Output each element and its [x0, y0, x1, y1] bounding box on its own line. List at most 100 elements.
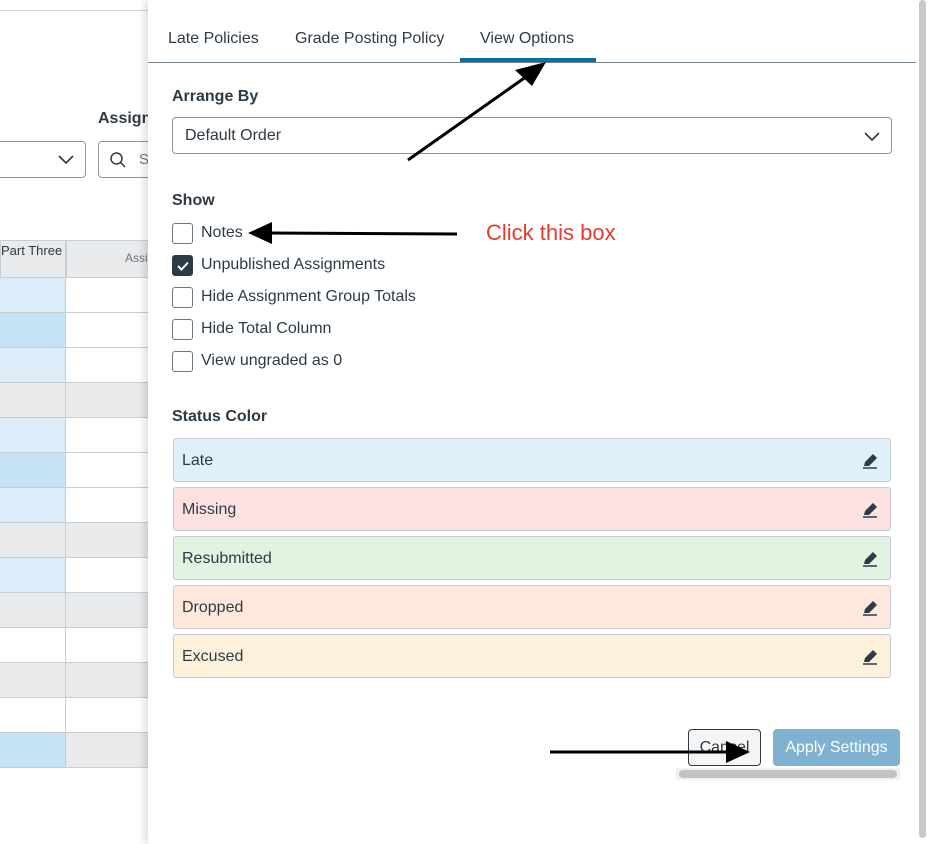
grade-cell[interactable] [66, 523, 160, 558]
checkbox-label: Hide Total Column [201, 320, 332, 337]
table-row [0, 628, 160, 663]
grade-cell[interactable] [0, 733, 66, 768]
table-row [0, 558, 160, 593]
show-option-unpublished-assignments[interactable]: Unpublished Assignments [172, 254, 385, 276]
horizontal-scrollbar[interactable] [676, 768, 900, 780]
grade-cell[interactable] [0, 593, 66, 628]
grade-cell[interactable] [0, 453, 66, 488]
apply-settings-button-label: Apply Settings [785, 739, 888, 756]
scrollbar-thumb[interactable] [679, 770, 897, 778]
pencil-edit-icon[interactable] [860, 451, 880, 471]
hide-assignment-group-totals-checkbox[interactable] [172, 286, 193, 308]
table-row [0, 278, 160, 313]
grade-cell[interactable] [66, 418, 160, 453]
grade-cell[interactable] [66, 383, 160, 418]
pencil-edit-icon[interactable] [860, 500, 880, 520]
table-row [0, 313, 160, 348]
table-row [0, 593, 160, 628]
status-color-dropped: Dropped [173, 585, 891, 629]
grade-cell[interactable] [0, 278, 66, 313]
cancel-button[interactable]: Cancel [688, 729, 761, 766]
status-color-excused: Excused [173, 634, 891, 678]
arrange-by-value: Default Order [185, 127, 282, 144]
filter-select[interactable] [0, 141, 86, 178]
grade-cell[interactable] [66, 453, 160, 488]
pencil-edit-icon[interactable] [860, 598, 880, 618]
grade-cell[interactable] [0, 698, 66, 733]
table-row [0, 488, 160, 523]
status-label: Resubmitted [182, 550, 272, 567]
tab-grade-posting-policy[interactable]: Grade Posting Policy [295, 30, 444, 48]
show-option-notes[interactable]: Notes [172, 222, 243, 244]
grade-cell[interactable] [0, 628, 66, 663]
grade-cell[interactable] [66, 558, 160, 593]
grade-cell[interactable] [66, 348, 160, 383]
table-row [0, 348, 160, 383]
checkbox-label: Hide Assignment Group Totals [201, 288, 416, 305]
grade-cell[interactable] [0, 348, 66, 383]
show-option-view-ungraded-as-0[interactable]: View ungraded as 0 [172, 350, 342, 372]
unpublished-assignments-checkbox[interactable] [172, 254, 193, 276]
show-title: Show [172, 192, 215, 209]
grade-cell[interactable] [66, 628, 160, 663]
grade-cell[interactable] [0, 313, 66, 348]
column-header[interactable]: Part Three [0, 240, 66, 278]
grade-cell[interactable] [66, 593, 160, 628]
grade-cell[interactable] [0, 488, 66, 523]
show-option-hide-assignment-group-totals[interactable]: Hide Assignment Group Totals [172, 286, 416, 308]
table-row [0, 523, 160, 558]
grade-cell[interactable] [66, 313, 160, 348]
search-icon [110, 152, 126, 168]
status-label: Missing [182, 501, 237, 518]
checkbox-label: Unpublished Assignments [201, 256, 386, 273]
grid-header: Part Three Assi [0, 240, 160, 278]
chevron-down-icon [58, 155, 74, 165]
active-tab-indicator [460, 58, 596, 62]
status-color-missing: Missing [173, 487, 891, 531]
gradebook-grid: Part Three Assi [0, 240, 160, 768]
checkbox-label: Notes [201, 224, 243, 241]
tab-late-policies[interactable]: Late Policies [168, 30, 259, 48]
grade-cell[interactable] [66, 663, 160, 698]
pencil-edit-icon[interactable] [860, 549, 880, 569]
scrollbar-thumb[interactable] [919, 0, 926, 838]
grid-body [0, 278, 160, 768]
grade-cell[interactable] [0, 558, 66, 593]
tab-view-options[interactable]: View Options [480, 30, 574, 48]
table-row [0, 698, 160, 733]
chevron-down-icon [864, 132, 880, 142]
table-row [0, 418, 160, 453]
grade-cell[interactable] [66, 488, 160, 523]
gradebook-background: Assignm S Part Three Assi [0, 0, 160, 844]
status-color-title: Status Color [172, 408, 268, 425]
table-row [0, 453, 160, 488]
vertical-scrollbar[interactable] [919, 0, 928, 844]
grade-cell[interactable] [0, 663, 66, 698]
show-option-hide-total-column[interactable]: Hide Total Column [172, 318, 331, 340]
table-row [0, 663, 160, 698]
arrange-by-select[interactable]: Default Order [172, 117, 892, 154]
grade-cell[interactable] [66, 733, 160, 768]
column-header[interactable]: Assi [66, 240, 160, 278]
cancel-button-label: Cancel [699, 739, 750, 756]
apply-settings-button[interactable]: Apply Settings [773, 729, 900, 766]
grade-cell[interactable] [0, 523, 66, 558]
pencil-edit-icon[interactable] [860, 647, 880, 667]
notes-checkbox[interactable] [172, 222, 193, 244]
checkmark-icon [177, 261, 189, 271]
grade-cell[interactable] [0, 383, 66, 418]
checkbox-label: View ungraded as 0 [201, 352, 343, 369]
grade-cell[interactable] [66, 698, 160, 733]
grade-cell[interactable] [66, 278, 160, 313]
grade-cell[interactable] [0, 418, 66, 453]
settings-tabs: Late Policies Grade Posting Policy View … [148, 0, 916, 63]
divider [0, 10, 160, 11]
view-ungraded-as-0-checkbox[interactable] [172, 350, 193, 372]
status-color-resubmitted: Resubmitted [173, 536, 891, 580]
hide-total-column-checkbox[interactable] [172, 318, 193, 340]
status-label: Dropped [182, 599, 244, 616]
gradebook-settings-tray: Late Policies Grade Posting Policy View … [148, 0, 929, 844]
arrange-by-title: Arrange By [172, 88, 259, 105]
status-label: Late [182, 452, 214, 469]
annotation-callout: Click this box [486, 220, 616, 245]
